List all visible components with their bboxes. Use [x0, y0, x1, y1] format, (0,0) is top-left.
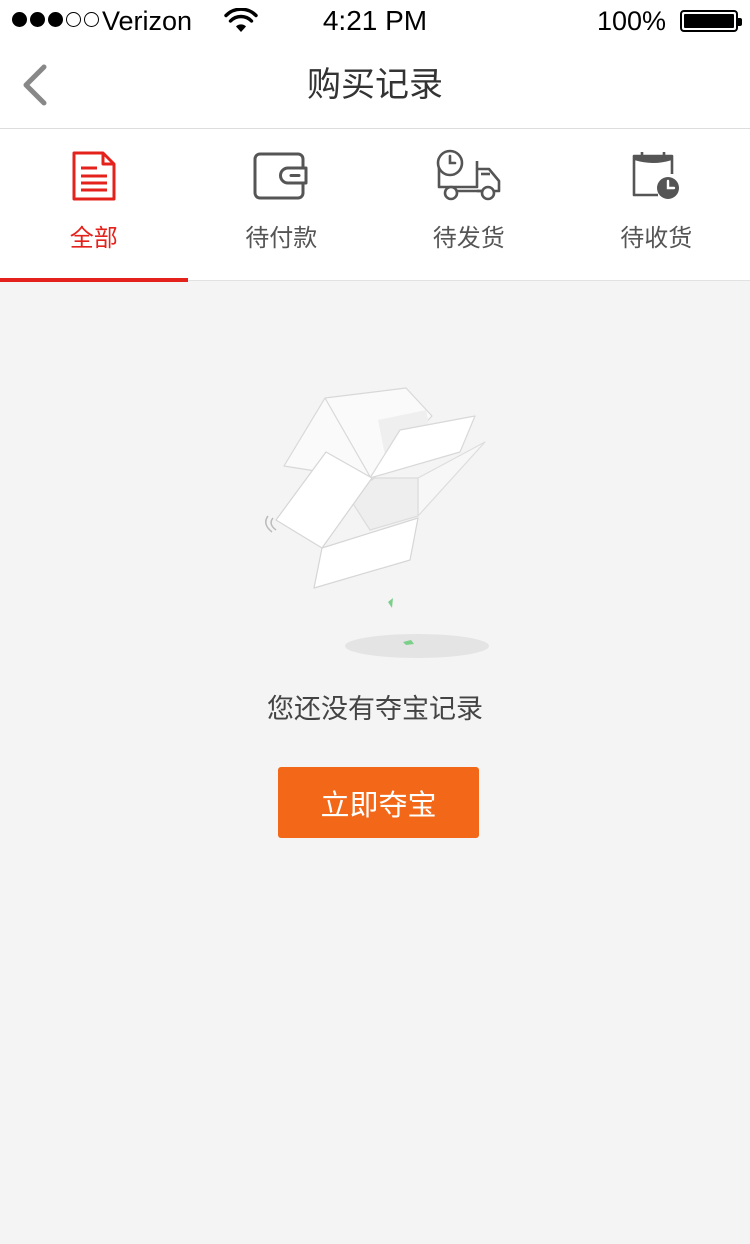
- delivery-truck-icon: [434, 147, 504, 205]
- page-title: 购买记录: [307, 65, 443, 105]
- chevron-left-icon: [23, 64, 47, 106]
- start-treasure-button[interactable]: 立即夺宝: [278, 767, 479, 838]
- wallet-icon: [246, 147, 316, 205]
- tab-all[interactable]: 全部: [0, 129, 188, 282]
- tab-pending-receipt[interactable]: 待收货: [563, 129, 750, 281]
- empty-state-message: 您还没有夺宝记录: [267, 694, 483, 725]
- tab-label: 全部: [69, 224, 118, 252]
- open-box-icon: [250, 380, 500, 670]
- calendar-clock-icon: [621, 147, 691, 205]
- tab-label: 待收货: [620, 224, 693, 252]
- tab-label: 待发货: [432, 224, 505, 252]
- battery-percentage: 100%: [596, 6, 666, 36]
- tab-label: 待付款: [245, 224, 318, 252]
- navigation-bar: 购买记录: [0, 42, 750, 129]
- document-icon: [59, 147, 129, 205]
- back-button[interactable]: [14, 62, 54, 108]
- tab-pending-payment[interactable]: 待付款: [188, 129, 376, 281]
- battery-icon: [680, 10, 742, 32]
- status-bar: Verizon 4:21 PM 100%: [0, 0, 750, 42]
- order-status-tabs: 全部 待付款 待发货 待收货: [0, 129, 750, 282]
- tab-pending-shipment[interactable]: 待发货: [375, 129, 563, 281]
